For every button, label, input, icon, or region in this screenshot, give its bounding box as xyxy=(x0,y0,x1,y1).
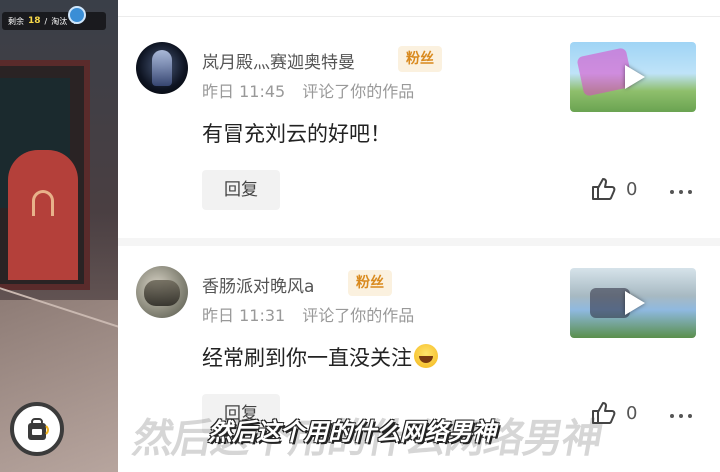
avatar-figure xyxy=(152,50,172,86)
avatar[interactable] xyxy=(136,42,188,94)
comment-meta: 昨日 11:31 评论了你的作品 xyxy=(202,302,414,326)
thumbnail-scene xyxy=(590,288,630,318)
thumbs-up-icon xyxy=(592,178,616,200)
door-arch-icon xyxy=(32,190,54,216)
like-count: 0 xyxy=(626,178,638,200)
comment-text: 有冒充刘云的好吧！ xyxy=(202,122,391,146)
avatar-figure xyxy=(144,280,180,306)
game-background xyxy=(0,0,118,472)
like-count: 0 xyxy=(626,402,638,424)
more-options-button[interactable] xyxy=(670,414,692,420)
comment-time: 昨日 11:31 xyxy=(202,306,286,325)
comment-text: 经常刷到你一直没关注 xyxy=(202,346,412,370)
remaining-label: 剩余 xyxy=(8,16,24,26)
comment-action: 评论了你的作品 xyxy=(302,306,415,325)
fan-badge: 粉丝 xyxy=(348,270,392,296)
fan-badge: 粉丝 xyxy=(398,46,442,72)
video-thumbnail[interactable] xyxy=(570,42,696,112)
video-thumbnail[interactable] xyxy=(570,268,696,338)
comment-panel: 岚月殿灬赛迦奥特曼 粉丝 昨日 11:45 评论了你的作品 有冒充刘云的好吧！ … xyxy=(118,0,720,472)
video-subtitle: 然后这个用的什么网络男神 xyxy=(208,418,496,446)
compass-icon xyxy=(68,6,86,24)
more-options-button[interactable] xyxy=(670,190,692,196)
comment-time: 昨日 11:45 xyxy=(202,82,286,101)
comment-meta: 昨日 11:45 评论了你的作品 xyxy=(202,78,414,102)
like-button[interactable]: 0 xyxy=(590,176,637,202)
hud-divider: / xyxy=(44,16,48,26)
username[interactable]: 香肠派对晚风a xyxy=(202,272,314,297)
game-hud: 剩余 18 / 淘汰 4 xyxy=(2,6,106,30)
play-icon xyxy=(625,291,645,315)
top-divider xyxy=(118,16,720,17)
play-icon xyxy=(625,65,645,89)
backpack-icon xyxy=(28,418,49,440)
comment-text-container: 经常刷到你一直没关注 xyxy=(202,342,438,372)
avatar[interactable] xyxy=(136,266,188,318)
reply-button[interactable]: 回复 xyxy=(202,170,280,210)
backpack-button[interactable] xyxy=(10,402,64,456)
username[interactable]: 岚月殿灬赛迦奥特曼 xyxy=(202,48,355,73)
comment-item: 岚月殿灬赛迦奥特曼 粉丝 昨日 11:45 评论了你的作品 有冒充刘云的好吧！ … xyxy=(118,18,720,238)
comment-action: 评论了你的作品 xyxy=(302,82,415,101)
eliminated-label: 淘汰 xyxy=(51,16,68,26)
remaining-count: 18 xyxy=(28,16,41,26)
grinning-sweat-emoji-icon xyxy=(414,344,438,368)
